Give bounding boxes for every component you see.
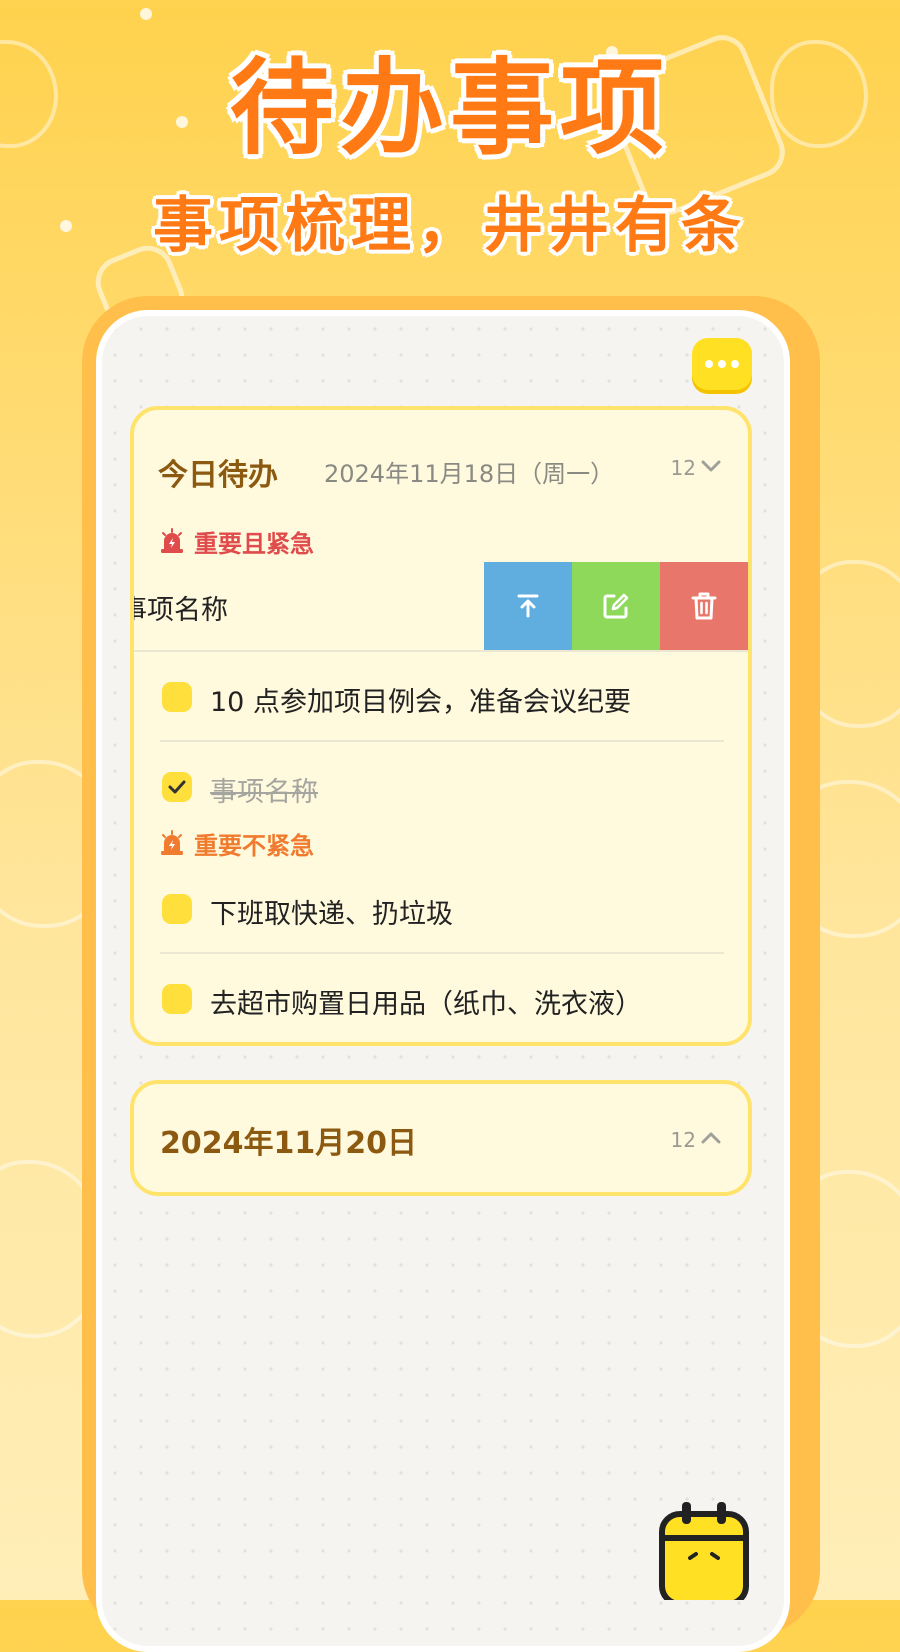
today-todo-card: 今日待办 2024年11月18日（周一） 12 重要且紧急 事项名称 10 点参… [130,406,752,1046]
sparkle [140,8,152,20]
card-date: 2024年11月18日（周一） [324,460,615,488]
hero-subtitle: 事项梳理，井井有条 [153,191,747,261]
more-dot-icon [705,360,713,368]
todo-checkbox[interactable] [162,984,192,1014]
delete-button[interactable] [660,562,748,650]
section-label: 重要且紧急 [194,529,314,558]
todo-item[interactable]: 去超市购置日用品（纸巾、洗衣液） [160,954,724,1042]
app-screen: 今日待办 2024年11月18日（周一） 12 重要且紧急 事项名称 10 点参… [96,310,790,1652]
todo-checkbox-checked[interactable] [162,772,192,802]
phone-frame: 今日待办 2024年11月18日（周一） 12 重要且紧急 事项名称 10 点参… [82,296,820,1652]
item-count: 12 [670,456,696,480]
chevron-up-icon[interactable] [700,1130,722,1146]
section-urgent-important: 重要且紧急 [158,520,748,562]
pin-top-button[interactable] [484,562,572,650]
todo-checkbox[interactable] [162,682,192,712]
item-text: 事项名称 [210,777,318,808]
more-dot-icon [731,360,739,368]
todo-item[interactable]: 10 点参加项目例会，准备会议纪要 [160,652,724,742]
item-text: 去超市购置日用品（纸巾、洗衣液） [210,989,642,1020]
more-options-button[interactable] [692,338,752,390]
swipe-actions [484,562,748,650]
card-title: 2024年11月20日 [160,1126,417,1161]
today-card-header[interactable]: 今日待办 2024年11月18日（周一） 12 [134,410,748,520]
item-text: 10 点参加项目例会，准备会议纪要 [210,687,631,718]
todo-item-completed[interactable]: 事项名称 [160,742,724,822]
edit-button[interactable] [572,562,660,650]
item-text: 事项名称 [130,595,228,626]
todo-checkbox[interactable] [162,894,192,924]
more-dot-icon [718,360,726,368]
edit-icon [603,593,629,619]
trash-icon [691,592,717,620]
calendar-mascot-icon[interactable] [658,1500,750,1600]
section-label: 重要不紧急 [194,831,314,860]
card-title: 今日待办 [158,458,278,493]
todo-item[interactable]: 下班取快递、扔垃圾 [160,864,724,954]
swipe-item-row[interactable]: 事项名称 [134,562,748,652]
hero-title: 待办事项 [229,47,670,169]
item-text: 下班取快递、扔垃圾 [210,899,453,930]
date-group-card[interactable]: 2024年11月20日 12 [130,1080,752,1196]
alarm-icon [161,830,183,855]
checkmark-icon [168,780,186,794]
pin-top-icon [517,594,539,618]
chevron-down-icon[interactable] [700,458,722,474]
item-count: 12 [670,1128,696,1152]
alarm-icon [161,528,183,553]
section-important-not-urgent: 重要不紧急 [158,822,748,864]
